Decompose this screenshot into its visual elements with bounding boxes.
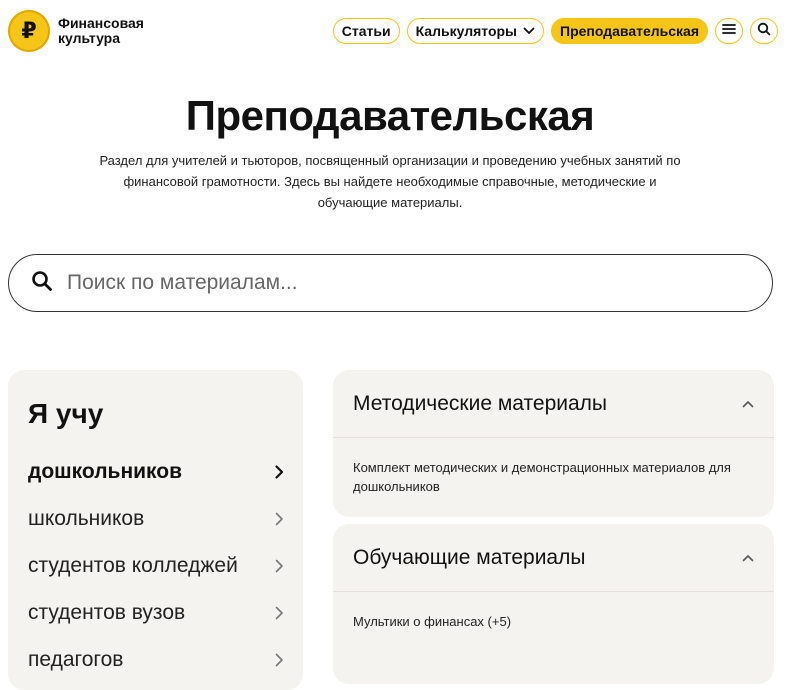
accordion-title: Обучающие материалы [353,545,586,569]
page-subtitle: Раздел для учителей и тьюторов, посвящен… [99,153,681,210]
audience-item-label: студентов вузов [28,600,186,624]
audience-item-schoolchildren[interactable]: школьников [28,495,288,542]
audience-item-label: студентов колледжей [28,553,238,577]
nav-articles-button[interactable]: Статьи [332,18,400,44]
search-icon [757,22,771,41]
audience-item-label: дошкольников [28,459,183,483]
nav-teachers-label: Преподавательская [560,23,699,39]
nav-calculators-label: Калькуляторы [415,23,517,39]
nav-articles-label: Статьи [341,23,391,39]
audience-title: Я учу [28,398,104,429]
audience-panel: Я учу дошкольников школьников студентов … [8,370,303,690]
logo-text: Финансовая культура [58,15,144,46]
chevron-right-icon [275,512,284,526]
chevron-right-icon [275,653,284,667]
materials-search [8,254,773,312]
audience-item-label: школьников [28,506,145,530]
menu-icon [722,22,736,40]
material-link[interactable]: Комплект методических и демонстрационных… [353,460,731,494]
accordion-header[interactable]: Обучающие материалы [333,524,774,592]
chevron-up-icon [742,395,754,413]
nav-teachers-button[interactable]: Преподавательская [551,18,708,44]
header-search-button[interactable] [750,18,778,44]
site-header: ₽ Финансовая культура Статьи Калькулятор… [0,0,800,64]
chevron-right-icon [275,464,284,479]
audience-list: дошкольников школьников студентов коллед… [28,448,288,683]
menu-button[interactable] [715,18,743,44]
chevron-down-icon [523,27,535,35]
material-link[interactable]: Мультики о финансах (+5) [353,614,511,629]
chevron-right-icon [275,559,284,573]
search-icon [31,270,53,297]
audience-item-label: педагогов [28,647,124,671]
site-logo[interactable]: ₽ Финансовая культура [8,10,158,52]
audience-item-preschoolers[interactable]: дошкольников [28,448,288,495]
chevron-right-icon [275,606,284,620]
accordion-title: Методические материалы [353,391,607,415]
methodical-materials-accordion: Методические материалы Комплект методиче… [333,370,774,517]
main-nav: Статьи Калькуляторы Преподавательская [332,18,778,44]
accordion-header[interactable]: Методические материалы [333,370,774,438]
accordion-content: Мультики о финансах (+5) [333,592,774,651]
audience-item-college-students[interactable]: студентов колледжей [28,542,288,589]
nav-calculators-dropdown[interactable]: Калькуляторы [406,18,544,44]
audience-item-teachers[interactable]: педагогов [28,636,288,683]
page-title: Преподавательская [185,92,595,139]
learning-materials-accordion: Обучающие материалы Мультики о финансах … [333,524,774,684]
ruble-logo-icon: ₽ [8,10,50,52]
audience-item-university-students[interactable]: студентов вузов [28,589,288,636]
search-input[interactable] [65,270,729,296]
chevron-up-icon [742,549,754,567]
accordion-content: Комплект методических и демонстрационных… [333,438,774,516]
